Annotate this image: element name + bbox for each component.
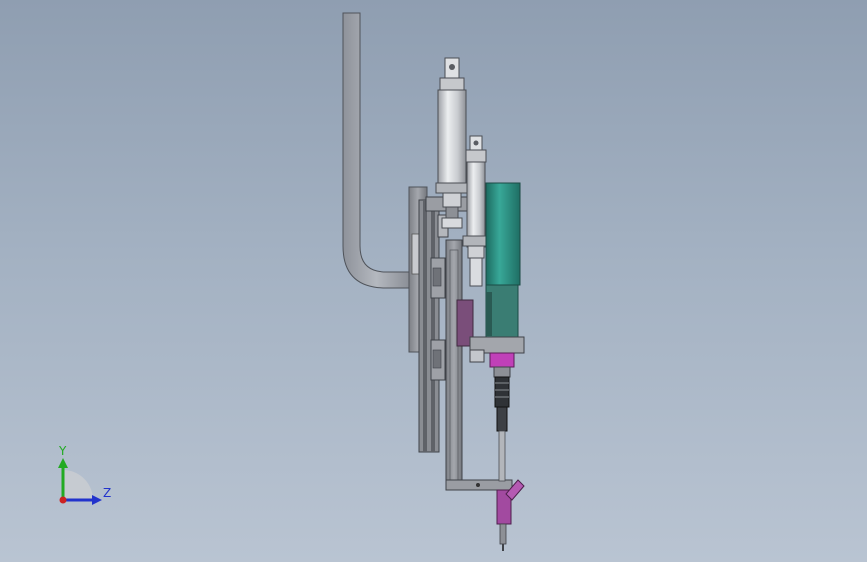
cad-viewport[interactable]: Y Z [0, 0, 867, 562]
z-axis-label: Z [103, 486, 111, 500]
cylinder-icon [462, 135, 490, 287]
triad-quadrant [63, 470, 93, 500]
z-axis-arrowhead [92, 495, 102, 505]
auger-icon [494, 376, 510, 482]
coupling-icon [489, 352, 515, 378]
hose-icon [342, 12, 411, 289]
nozzle-icon [496, 479, 525, 551]
y-axis-arrowhead [58, 458, 68, 468]
assembly-model[interactable]: Y Z [0, 0, 867, 562]
rail-icon [418, 199, 446, 453]
motor-icon [485, 182, 521, 342]
x-axis-dot [59, 496, 67, 504]
axis-triad: Y Z [58, 444, 111, 505]
y-axis-label: Y [58, 444, 67, 458]
